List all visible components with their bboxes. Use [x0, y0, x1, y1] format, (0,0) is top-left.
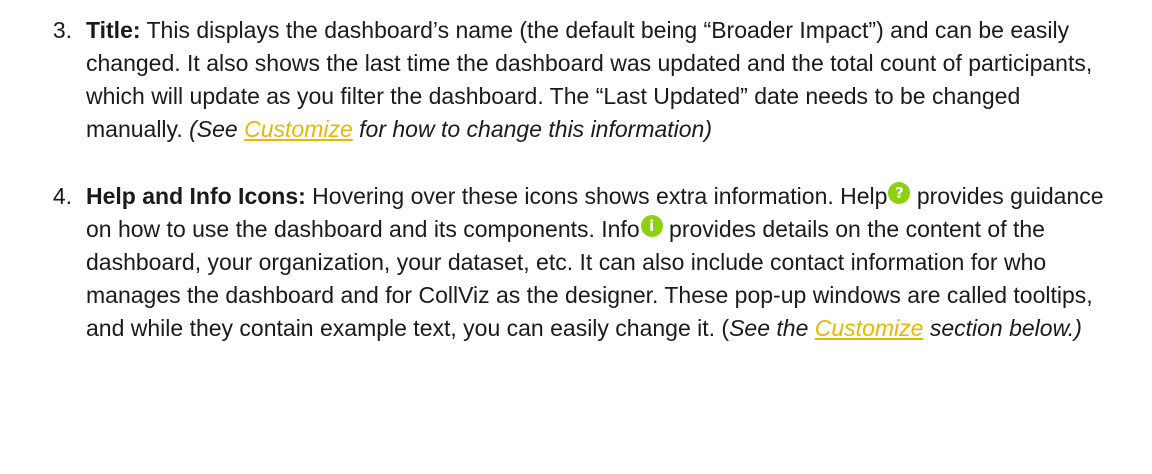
- list-item-body: Title: This displays the dashboard’s nam…: [86, 14, 1112, 146]
- term-title: Title:: [86, 17, 141, 43]
- list-number: 4.: [52, 183, 72, 209]
- list-number: 3.: [52, 17, 72, 43]
- see-note-pre: See the: [729, 315, 815, 341]
- see-note-post: for how to change this information): [352, 116, 713, 142]
- document-page: 3. Title: This displays the dashboard’s …: [0, 0, 1152, 474]
- customize-link[interactable]: Customize: [244, 116, 353, 142]
- info-icon: i: [640, 215, 663, 237]
- see-note-pre: (See: [189, 116, 245, 142]
- see-note: See the Customize section below.): [729, 315, 1082, 341]
- see-note: (See Customize for how to change this in…: [189, 116, 712, 142]
- list-item-help-info: 4. Help and Info Icons: Hovering over th…: [0, 180, 1112, 345]
- customize-link[interactable]: Customize: [815, 315, 924, 341]
- list-item-body: Help and Info Icons: Hovering over these…: [86, 180, 1112, 345]
- list-item-title: 3. Title: This displays the dashboard’s …: [0, 14, 1112, 146]
- help-icon: ?: [888, 182, 911, 204]
- term-help-info: Help and Info Icons:: [86, 183, 306, 209]
- item-text: Hovering over these icons shows extra in…: [305, 183, 888, 209]
- see-note-post: section below.): [923, 315, 1082, 341]
